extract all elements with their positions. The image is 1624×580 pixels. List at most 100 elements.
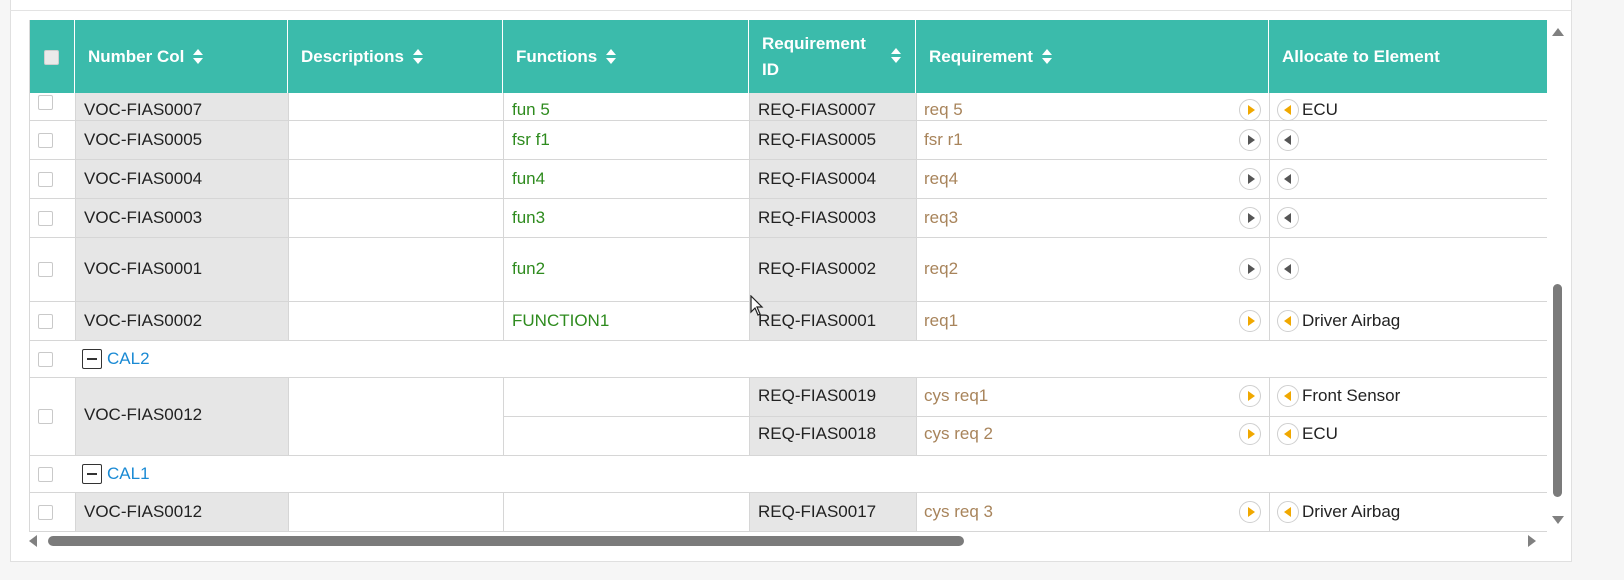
number-cell: VOC-FIAS0002 (84, 311, 203, 330)
row-checkbox[interactable] (38, 262, 53, 277)
expand-right-icon[interactable] (1239, 385, 1261, 407)
sort-icon[interactable] (412, 48, 423, 65)
function-cell[interactable]: fun4 (512, 169, 545, 189)
table-row[interactable]: VOC-FIAS0003 fun3 REQ-FIAS0003 req3 (30, 199, 1547, 237)
requirement-cell[interactable]: cys req1 (924, 386, 988, 406)
number-cell: VOC-FIAS0004 (84, 169, 203, 188)
scroll-up-icon[interactable] (1552, 28, 1564, 36)
collapse-group-icon[interactable] (82, 464, 102, 484)
expand-right-icon[interactable] (1239, 258, 1261, 280)
requirement-cell[interactable]: cys req 3 (924, 502, 993, 522)
function-cell[interactable]: fun2 (512, 259, 545, 279)
group-label[interactable]: CAL2 (107, 349, 150, 369)
element-cell: ECU (1302, 100, 1338, 119)
header-label: Functions (516, 46, 598, 66)
header-number-col[interactable]: Number Col (75, 20, 288, 93)
group-row-cal2[interactable]: CAL2 (30, 341, 1547, 377)
number-cell: VOC-FIAS0012 (84, 502, 203, 521)
requirement-cell[interactable]: req 5 (924, 100, 963, 120)
collapse-left-icon[interactable] (1277, 99, 1299, 121)
req-id-cell: REQ-FIAS0017 (758, 502, 877, 521)
vertical-scrollbar[interactable] (1548, 22, 1568, 532)
table-row[interactable]: VOC-FIAS0002 FUNCTION1 REQ-FIAS0001 req1… (30, 302, 1547, 340)
number-cell: VOC-FIAS0012 (84, 405, 203, 424)
collapse-left-icon[interactable] (1277, 310, 1299, 332)
row-checkbox[interactable] (38, 505, 53, 520)
expand-right-icon[interactable] (1239, 129, 1261, 151)
header-label: Number Col (88, 46, 185, 66)
number-cell: VOC-FIAS0003 (84, 208, 203, 227)
header-descriptions[interactable]: Descriptions (288, 20, 503, 93)
group-row-cal1[interactable]: CAL1 (30, 456, 1547, 492)
mouse-cursor-icon (750, 295, 764, 316)
header-allocate-to-element[interactable]: Allocate to Element (1269, 20, 1547, 93)
table-row[interactable]: VOC-FIAS0005 fsr f1 REQ-FIAS0005 fsr r1 (30, 121, 1547, 159)
group-label[interactable]: CAL1 (107, 464, 150, 484)
function-cell[interactable]: fun3 (512, 208, 545, 228)
sort-icon[interactable] (606, 48, 617, 65)
expand-right-icon[interactable] (1239, 423, 1261, 445)
row-checkbox[interactable] (38, 409, 53, 424)
req-id-cell: REQ-FIAS0001 (758, 311, 877, 330)
row-checkbox[interactable] (38, 133, 53, 148)
horizontal-scrollbar[interactable] (29, 532, 1547, 550)
collapse-left-icon[interactable] (1277, 207, 1299, 229)
req-id-cell: REQ-FIAS0007 (758, 100, 877, 119)
row-checkbox[interactable] (38, 314, 53, 329)
collapse-left-icon[interactable] (1277, 168, 1299, 190)
req-id-cell: REQ-FIAS0002 (758, 259, 877, 278)
vertical-scroll-thumb[interactable] (1553, 284, 1562, 497)
requirement-cell[interactable]: cys req 2 (924, 424, 993, 444)
function-cell[interactable]: fun 5 (512, 100, 550, 120)
horizontal-scroll-thumb[interactable] (48, 536, 964, 546)
requirement-cell[interactable]: fsr r1 (924, 130, 963, 150)
table-row[interactable]: VOC-FIAS0004 fun4 REQ-FIAS0004 req4 (30, 160, 1547, 198)
number-cell: VOC-FIAS0007 (84, 100, 203, 119)
requirement-cell[interactable]: req3 (924, 208, 958, 228)
element-cell: Front Sensor (1302, 386, 1401, 405)
req-id-cell: REQ-FIAS0003 (758, 208, 877, 227)
panel-divider (10, 10, 1572, 11)
header-label: Requirement (929, 46, 1033, 66)
row-checkbox[interactable] (38, 172, 53, 187)
scroll-right-icon[interactable] (1528, 535, 1536, 547)
row-checkbox[interactable] (38, 352, 53, 367)
expand-right-icon[interactable] (1239, 310, 1261, 332)
row-checkbox[interactable] (38, 95, 53, 110)
table-row[interactable]: VOC-FIAS0001 fun2 REQ-FIAS0002 req2 (30, 238, 1547, 301)
collapse-left-icon[interactable] (1277, 129, 1299, 151)
scroll-down-icon[interactable] (1552, 516, 1564, 524)
collapse-left-icon[interactable] (1277, 501, 1299, 523)
sort-icon[interactable] (1041, 48, 1052, 65)
row-checkbox[interactable] (38, 211, 53, 226)
grid-header: Number Col Descriptions Functions Requir… (30, 20, 1547, 93)
scroll-left-icon[interactable] (29, 535, 37, 547)
number-cell: VOC-FIAS0001 (84, 259, 203, 278)
requirement-cell[interactable]: req1 (924, 311, 958, 331)
expand-right-icon[interactable] (1239, 207, 1261, 229)
req-id-cell: REQ-FIAS0005 (758, 130, 877, 149)
collapse-left-icon[interactable] (1277, 423, 1299, 445)
function-cell[interactable]: FUNCTION1 (512, 311, 609, 331)
requirement-cell[interactable]: req4 (924, 169, 958, 189)
select-all-checkbox[interactable] (44, 50, 59, 65)
expand-right-icon[interactable] (1239, 501, 1261, 523)
function-cell[interactable]: fsr f1 (512, 130, 550, 150)
row-checkbox[interactable] (38, 467, 53, 482)
expand-right-icon[interactable] (1239, 99, 1261, 121)
header-requirement[interactable]: Requirement (916, 20, 1269, 93)
collapse-left-icon[interactable] (1277, 258, 1299, 280)
sort-icon[interactable] (193, 48, 204, 65)
table-row-group[interactable]: VOC-FIAS0012 REQ-FIAS0017 cys req 3 Driv… (30, 493, 1547, 531)
requirement-cell[interactable]: req2 (924, 259, 958, 279)
table-row-group[interactable]: VOC-FIAS0012 REQ-FIAS0019 cys req1 Front… (30, 378, 1547, 455)
header-functions[interactable]: Functions (503, 20, 749, 93)
expand-right-icon[interactable] (1239, 168, 1261, 190)
sort-icon[interactable] (891, 48, 901, 64)
select-all-cell (30, 20, 75, 93)
collapse-left-icon[interactable] (1277, 385, 1299, 407)
req-id-cell: REQ-FIAS0004 (758, 169, 877, 188)
header-requirement-id[interactable]: Requirement ID (749, 20, 916, 93)
collapse-group-icon[interactable] (82, 349, 102, 369)
element-cell: ECU (1302, 424, 1338, 443)
